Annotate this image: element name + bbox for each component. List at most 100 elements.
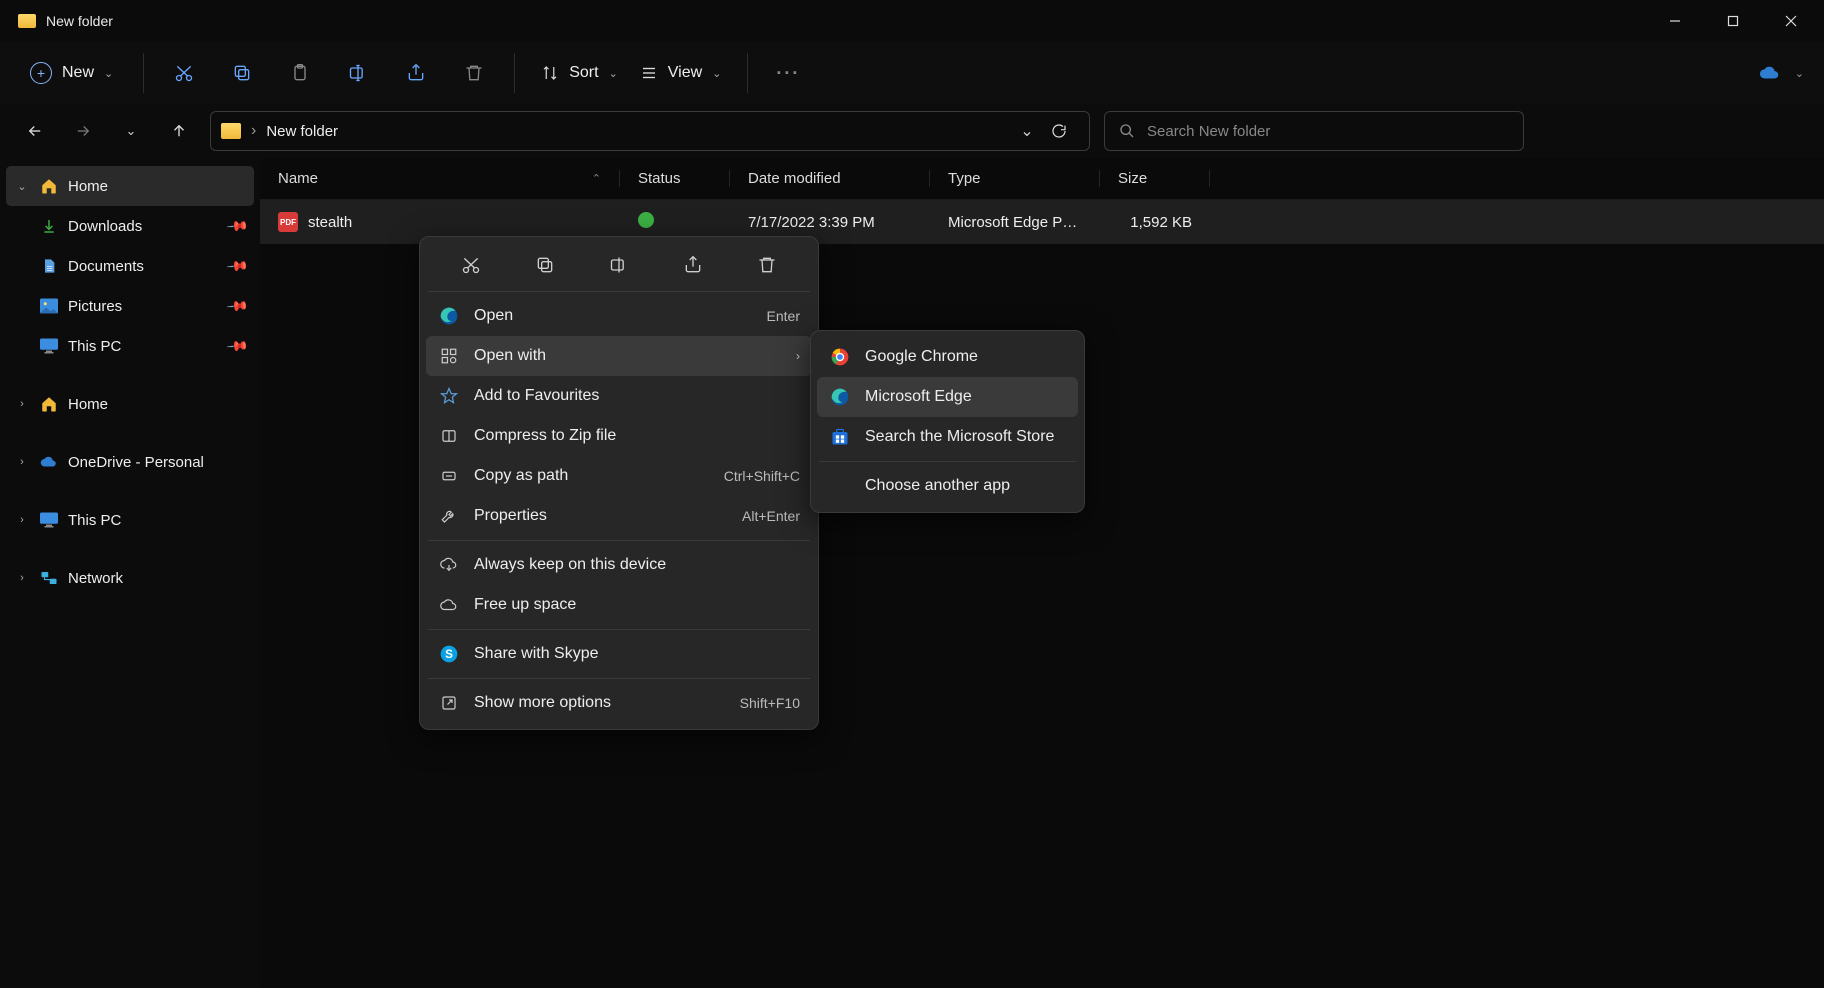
rename-icon[interactable] (338, 53, 378, 93)
chevron-down-icon[interactable]: ⌄ (14, 180, 30, 193)
sidebar-item-home[interactable]: ⌄ Home (6, 166, 254, 206)
chevron-right-icon[interactable]: › (14, 572, 30, 584)
address-bar[interactable]: › New folder ⌄ (210, 111, 1090, 151)
sidebar-item-label: This PC (68, 512, 121, 529)
home-icon (40, 177, 58, 195)
sidebar-item-thispc[interactable]: › This PC (6, 500, 254, 540)
column-status[interactable]: Status (620, 170, 730, 187)
sort-arrows-icon (541, 64, 559, 82)
ctx-open-with[interactable]: Open with › (426, 336, 812, 376)
chevron-down-icon[interactable]: ⌄ (1795, 67, 1804, 80)
file-status-cell (620, 212, 730, 232)
search-input[interactable] (1147, 123, 1509, 140)
chrome-icon (829, 346, 851, 368)
sidebar-item-network[interactable]: › Network (6, 558, 254, 598)
rename-icon[interactable] (599, 247, 639, 283)
chevron-right-icon[interactable]: › (14, 514, 30, 526)
forward-button[interactable] (66, 114, 100, 148)
sort-button[interactable]: Sort ⌄ (535, 60, 624, 86)
refresh-button[interactable] (1051, 123, 1079, 139)
sidebar-item-documents[interactable]: Documents 📌 (6, 246, 254, 286)
cloud-download-icon (438, 556, 460, 574)
cut-icon[interactable] (164, 53, 204, 93)
recent-dropdown[interactable]: ⌄ (114, 114, 148, 148)
chevron-down-icon: ⌄ (609, 67, 618, 80)
sidebar-item-onedrive[interactable]: › OneDrive - Personal (6, 442, 254, 482)
pictures-icon (40, 297, 58, 315)
cut-icon[interactable] (451, 247, 491, 283)
ctx-favourites[interactable]: Add to Favourites (426, 376, 812, 416)
column-date[interactable]: Date modified (730, 170, 930, 187)
sidebar-item-label: This PC (68, 338, 121, 355)
view-label: View (668, 64, 702, 82)
search-box[interactable] (1104, 111, 1524, 151)
ctx-free-up[interactable]: Free up space (426, 585, 812, 625)
zip-icon (438, 427, 460, 445)
open-with-submenu: Google Chrome Microsoft Edge Search the … (810, 330, 1085, 513)
delete-icon[interactable] (747, 247, 787, 283)
ctx-open[interactable]: Open Enter (426, 296, 812, 336)
file-size-cell: 1,592 KB (1100, 214, 1210, 231)
new-button[interactable]: + New ⌄ (20, 56, 123, 90)
status-synced-icon (638, 212, 654, 228)
back-button[interactable] (18, 114, 52, 148)
sidebar-item-label: Pictures (68, 298, 122, 315)
ctx-keep-device[interactable]: Always keep on this device (426, 545, 812, 585)
list-icon (640, 64, 658, 82)
share-icon[interactable] (396, 53, 436, 93)
ctx-zip[interactable]: Compress to Zip file (426, 416, 812, 456)
maximize-button[interactable] (1704, 0, 1762, 42)
view-button[interactable]: View ⌄ (634, 60, 728, 86)
store-icon (829, 426, 851, 448)
more-button[interactable]: ··· (768, 53, 808, 93)
ctx-skype[interactable]: S Share with Skype (426, 634, 812, 674)
submenu-label: Choose another app (865, 477, 1010, 495)
submenu-edge[interactable]: Microsoft Edge (817, 377, 1078, 417)
submenu-choose-app[interactable]: Choose another app (817, 466, 1078, 506)
column-size[interactable]: Size (1100, 170, 1210, 187)
submenu-store[interactable]: Search the Microsoft Store (817, 417, 1078, 457)
svg-text:S: S (445, 648, 453, 661)
delete-icon[interactable] (454, 53, 494, 93)
separator (143, 53, 144, 93)
star-icon (438, 387, 460, 405)
breadcrumb[interactable]: New folder (266, 123, 338, 140)
file-type-cell: Microsoft Edge PDF ... (930, 214, 1100, 231)
cloud-icon (438, 598, 460, 612)
paste-icon[interactable] (280, 53, 320, 93)
sidebar-item-thispc-pinned[interactable]: This PC 📌 (6, 326, 254, 366)
sidebar-item-home2[interactable]: › Home (6, 384, 254, 424)
minimize-button[interactable] (1646, 0, 1704, 42)
folder-icon (18, 14, 36, 28)
sidebar-item-downloads[interactable]: Downloads 📌 (6, 206, 254, 246)
chevron-right-icon[interactable]: › (14, 398, 30, 410)
monitor-icon (40, 511, 58, 529)
copy-icon[interactable] (525, 247, 565, 283)
address-dropdown[interactable]: ⌄ (1013, 121, 1041, 141)
file-date-cell: 7/17/2022 3:39 PM (730, 214, 930, 231)
close-button[interactable] (1762, 0, 1820, 42)
context-quick-actions (426, 243, 812, 287)
submenu-chrome[interactable]: Google Chrome (817, 337, 1078, 377)
share-icon[interactable] (673, 247, 713, 283)
sidebar-item-pictures[interactable]: Pictures 📌 (6, 286, 254, 326)
sidebar-item-label: Home (68, 396, 108, 413)
document-icon (40, 257, 58, 275)
sidebar-item-label: Home (68, 178, 108, 195)
cloud-sync-icon[interactable] (1759, 65, 1781, 81)
up-button[interactable] (162, 114, 196, 148)
monitor-icon (40, 337, 58, 355)
home-icon (40, 395, 58, 413)
chevron-right-icon: › (796, 349, 800, 363)
ctx-properties[interactable]: Properties Alt+Enter (426, 496, 812, 536)
column-type[interactable]: Type (930, 170, 1100, 187)
wrench-icon (438, 507, 460, 525)
copy-icon[interactable] (222, 53, 262, 93)
column-name[interactable]: Name⌃ (260, 170, 620, 187)
ctx-more-options[interactable]: Show more options Shift+F10 (426, 683, 812, 723)
chevron-right-icon[interactable]: › (14, 456, 30, 468)
separator (514, 53, 515, 93)
file-name-cell: PDF stealth (260, 212, 620, 232)
separator (747, 53, 748, 93)
ctx-copy-path[interactable]: Copy as path Ctrl+Shift+C (426, 456, 812, 496)
